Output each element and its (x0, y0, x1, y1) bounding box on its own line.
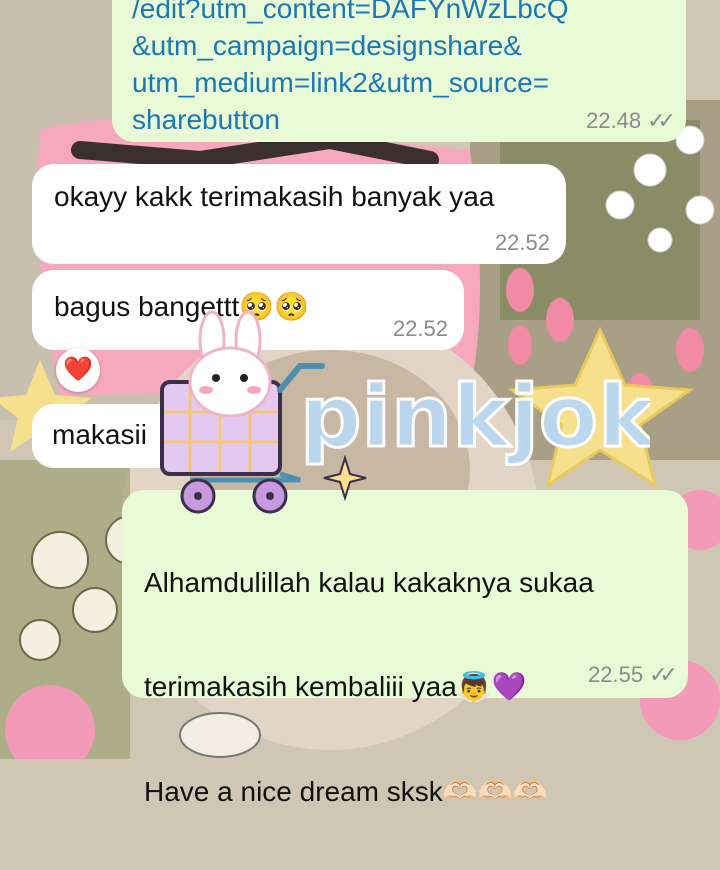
message-time: 22.55 (588, 662, 644, 687)
outgoing-message-bubble[interactable]: Alhamdulillah kalau kakaknya sukaa terim… (122, 490, 688, 807)
message-line: &utm_campaign=designshare& (132, 30, 522, 61)
message-line: Alhamdulillah kalau kakaknya sukaa (144, 567, 594, 598)
heart-icon: ❤️ (63, 356, 93, 383)
pinkjoki-sticker: pinkjoki (150, 310, 686, 520)
message-time: 22.48 (586, 108, 642, 133)
incoming-message-bubble[interactable]: okayy kakk terimakasih banyak yaa 22.52 (32, 164, 566, 264)
message-line: /edit?utm_content=DAFYnWzLbcQ (132, 0, 569, 24)
message-text: okayy kakk terimakasih banyak yaa (54, 181, 495, 212)
message-line: Have a nice dream sksk🫶🏻🫶🏻🫶🏻 (144, 776, 548, 807)
message-reaction[interactable]: ❤️ (56, 348, 100, 392)
pinkjoki-logo: pinkjoki (300, 367, 650, 467)
sticker-graphic: pinkjoki (160, 310, 686, 514)
message-meta: 22.52 (495, 230, 550, 256)
double-check-icon: ✓✓ (649, 662, 678, 687)
message-meta: 22.48 ✓✓ (586, 108, 676, 134)
message-line: utm_medium=link2&utm_source= (132, 67, 550, 98)
message-meta: 22.55 ✓✓ (588, 662, 678, 688)
message-text: Alhamdulillah kalau kakaknya sukaa terim… (144, 506, 666, 870)
message-time: 22.52 (494, 230, 550, 255)
bunny-icon (188, 310, 272, 418)
outgoing-message-bubble[interactable]: /edit?utm_content=DAFYnWzLbcQ &utm_campa… (112, 0, 686, 142)
double-check-icon: ✓✓ (647, 108, 676, 133)
